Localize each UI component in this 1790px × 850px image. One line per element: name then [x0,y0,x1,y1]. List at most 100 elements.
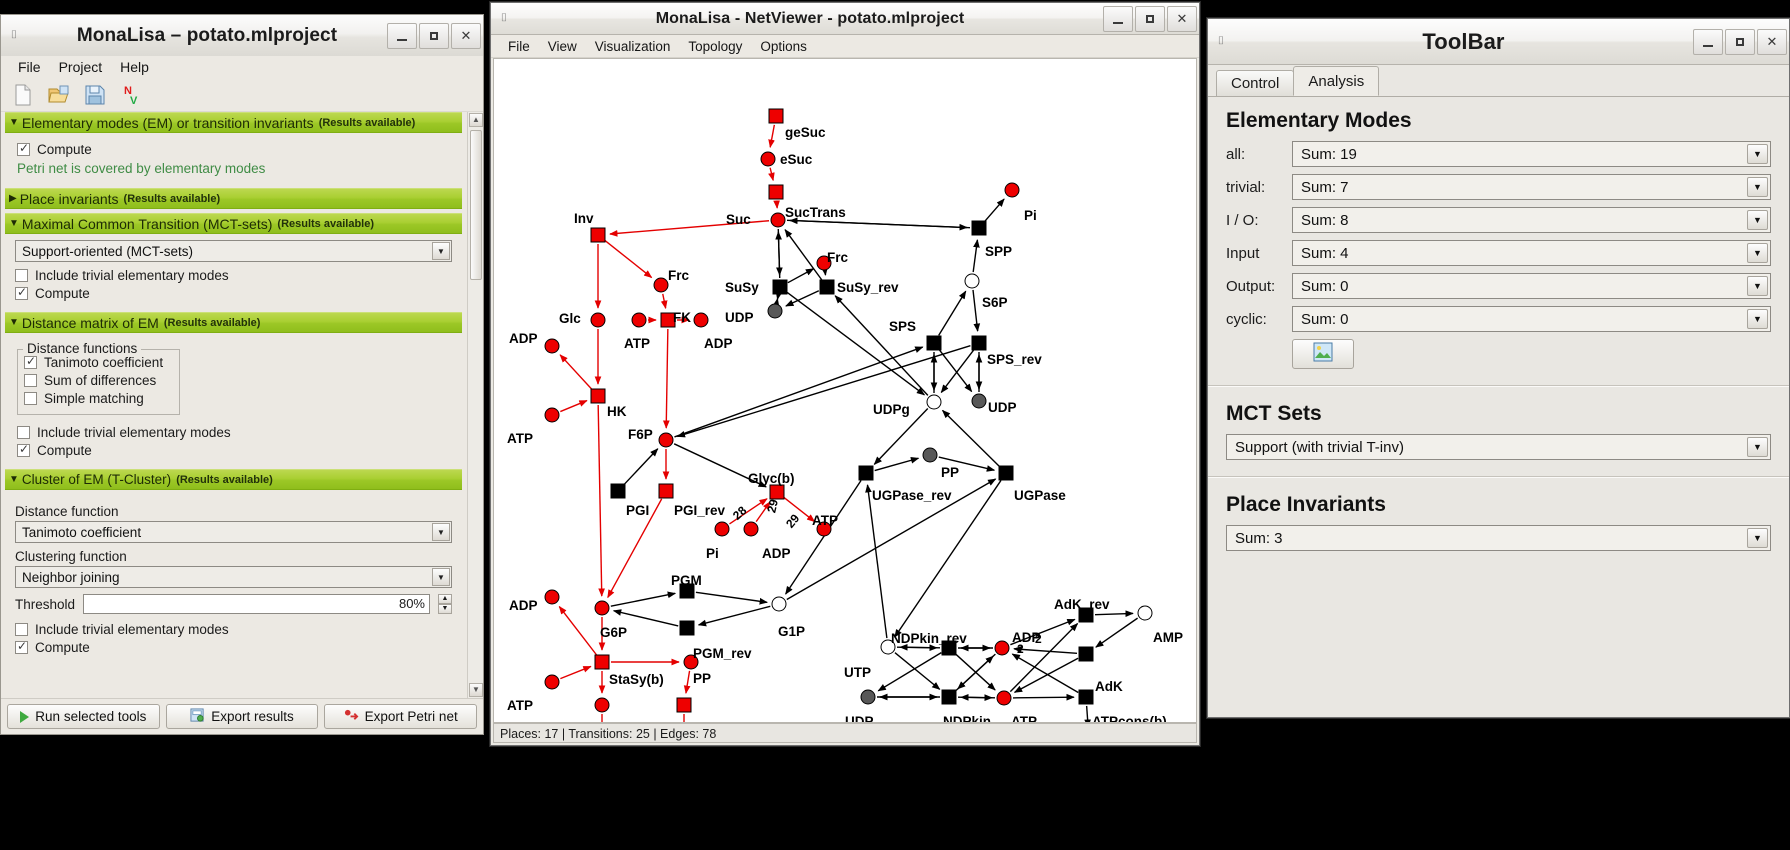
chevron-down-icon[interactable]: ▼ [1747,144,1768,164]
run-selected-tools-button[interactable]: Run selected tools [7,704,160,729]
cluster-compute-checkbox[interactable] [15,639,28,654]
em-compute-row[interactable]: Compute [17,141,456,157]
section-header-elementary-modes[interactable]: ▼ Elementary modes (EM) or transition in… [5,112,462,133]
chevron-down-icon[interactable]: ▼ [1747,243,1768,263]
transition-node-NDPkin[interactable] [941,689,957,705]
place-node-starch[interactable] [594,697,610,713]
distance-fn-simplematch-row[interactable]: Simple matching [24,391,171,406]
petri-net-canvas[interactable]: eSuc Suc Pi Frc Frc UDP S6P Glc ADP ATP ADP ATP UDP U… [493,58,1197,723]
cluster-threshold-stepper[interactable]: ▲ ▼ [438,594,452,614]
place-node-ATP_nd[interactable] [996,690,1012,706]
distance-fn-simplematch-checkbox[interactable] [24,392,37,405]
tab-analysis[interactable]: Analysis [1293,66,1380,96]
place-node-G6P[interactable] [594,600,610,616]
place-node-ATP_fk[interactable] [631,312,647,328]
menu-topology[interactable]: Topology [679,38,751,55]
netviewer-icon[interactable]: NV [119,83,143,107]
place-node-UDPg[interactable] [926,394,942,410]
cluster-threshold-input[interactable]: 80% [83,594,430,614]
em-combo-output[interactable]: Sum: 0 ▼ [1292,273,1771,299]
menu-visualization[interactable]: Visualization [586,38,680,55]
dm-include-trivial-row[interactable]: Include trivial elementary modes [17,425,456,440]
netviewer-titlebar[interactable]: ⌷ MonaLisa - NetViewer - potato.mlprojec… [491,3,1199,35]
transition-node-AdK[interactable] [1078,646,1094,662]
chevron-down-icon[interactable]: ▼ [432,523,450,541]
transition-node-UGPase_rev[interactable] [858,465,874,481]
chevron-down-icon[interactable]: ▼ [1747,309,1768,329]
chevron-down-icon[interactable]: ▼ [1747,210,1768,230]
place-node-AMP[interactable] [1137,605,1153,621]
new-file-icon[interactable] [11,83,35,107]
place-node-Frc_l[interactable] [653,277,669,293]
menu-view[interactable]: View [539,38,586,55]
place-node-S6P[interactable] [964,273,980,289]
cluster-include-trivial-checkbox[interactable] [15,623,28,636]
dm-compute-checkbox[interactable] [17,442,30,457]
transition-node-SuSy_rev[interactable] [819,279,835,295]
place-node-Glc[interactable] [590,312,606,328]
transition-node-geSuc[interactable] [768,108,784,124]
section-header-distance-matrix[interactable]: ▼ Distance matrix of EM (Results availab… [5,312,462,333]
place-node-UDP_l[interactable] [767,303,783,319]
distance-fn-sumdiff-row[interactable]: Sum of differences [24,373,171,388]
dm-include-trivial-checkbox[interactable] [17,426,30,439]
em-compute-checkbox[interactable] [17,141,30,156]
place-node-ADP_hk[interactable] [544,338,560,354]
transition-node-HK[interactable] [590,388,606,404]
cluster-include-trivial-row[interactable]: Include trivial elementary modes [15,622,452,637]
transition-node-PGI[interactable] [610,483,626,499]
menu-options[interactable]: Options [751,38,816,55]
chevron-down-icon[interactable]: ▼ [1747,437,1768,457]
toolbar-titlebar[interactable]: ⌷ ToolBar ✕ [1208,19,1789,65]
scrollbar-thumb[interactable] [470,130,482,280]
place-node-ADP_nd[interactable] [994,640,1010,656]
export-results-button[interactable]: Export results [165,704,319,729]
mct-compute-row[interactable]: Compute [15,285,452,301]
monalisa-scrollbar[interactable]: ▲ ▼ [467,112,483,698]
minimize-icon[interactable] [1693,28,1723,55]
em-combo-io[interactable]: Sum: 8 ▼ [1292,207,1771,233]
mct-method-combo[interactable]: Support-oriented (MCT-sets) ▼ [15,240,452,262]
cluster-clustering-fn-combo[interactable]: Neighbor joining ▼ [15,566,452,588]
close-icon[interactable]: ✕ [1757,28,1787,55]
chevron-down-icon[interactable]: ▼ [1747,177,1768,197]
transition-node-SPS[interactable] [926,335,942,351]
distance-fn-tanimoto-checkbox[interactable] [24,354,37,369]
place-node-F6P[interactable] [658,432,674,448]
em-combo-trivial[interactable]: Sum: 7 ▼ [1292,174,1771,200]
em-combo-cyclic[interactable]: Sum: 0 ▼ [1292,306,1771,332]
transition-node-SPP[interactable] [971,220,987,236]
export-petri-net-button[interactable]: Export Petri net [324,704,478,729]
transition-node-SucTrans[interactable] [768,184,784,200]
maximize-icon[interactable] [419,22,449,49]
scroll-up-icon[interactable]: ▲ [469,113,483,127]
transition-node-Inv[interactable] [590,227,606,243]
close-icon[interactable]: ✕ [451,22,481,49]
place-node-UDP_nd[interactable] [860,689,876,705]
tab-control[interactable]: Control [1216,70,1295,96]
maximize-icon[interactable] [1725,28,1755,55]
save-icon[interactable] [83,83,107,107]
section-header-place-invariants[interactable]: ▶ Place invariants (Results available) [5,188,462,209]
place-node-G1P[interactable] [771,596,787,612]
open-folder-icon[interactable] [47,83,71,107]
place-node-ADP_gl[interactable] [743,521,759,537]
distance-fn-tanimoto-row[interactable]: Tanimoto coefficient [24,354,171,370]
transition-node-StaSy(b)[interactable] [594,654,610,670]
transition-node-PGM_rev[interactable] [679,620,695,636]
em-image-export-button[interactable] [1292,339,1354,369]
place-node-ADP_fk[interactable] [693,312,709,328]
transition-node-Glyc(b)[interactable] [769,484,785,500]
dm-compute-row[interactable]: Compute [17,442,456,458]
transition-node-PPase[interactable] [676,697,692,713]
place-node-PP_r[interactable] [922,447,938,463]
place-node-ADP_st[interactable] [544,589,560,605]
cluster-compute-row[interactable]: Compute [15,639,452,655]
transition-node-PGI_rev[interactable] [658,483,674,499]
em-combo-input[interactable]: Sum: 4 ▼ [1292,240,1771,266]
chevron-down-icon[interactable]: ▼ [432,568,450,586]
cluster-distance-fn-combo[interactable]: Tanimoto coefficient ▼ [15,521,452,543]
mct-include-trivial-row[interactable]: Include trivial elementary modes [15,268,452,283]
place-node-eSuc[interactable] [760,151,776,167]
place-node-ATP_hk[interactable] [544,407,560,423]
